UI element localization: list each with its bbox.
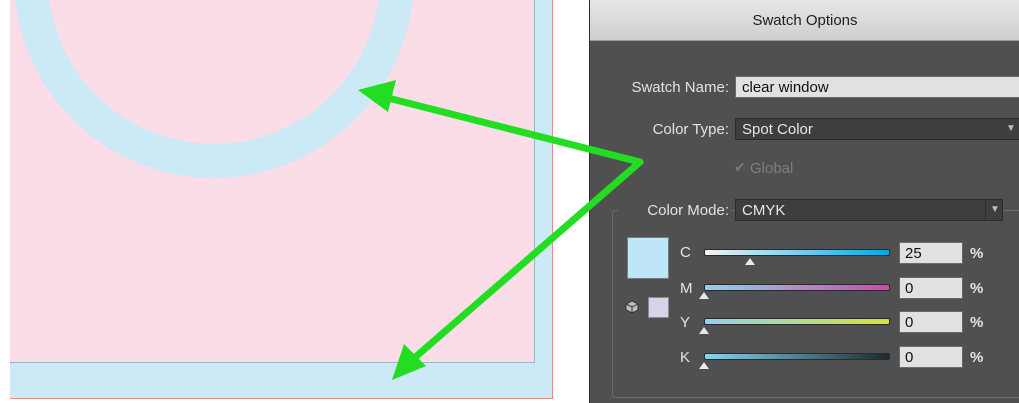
swatch-name-input[interactable]: clear window [735,76,1019,98]
black-value-input[interactable]: 0 [899,346,963,368]
swatch-options-dialog: Swatch Options Swatch Name: clear window… [589,0,1019,403]
magenta-slider[interactable] [704,284,890,291]
cyan-slider[interactable] [704,249,890,256]
black-slider[interactable] [704,353,890,360]
yellow-label: Y [680,314,691,331]
cyan-label: C [680,244,691,261]
dialog-title: Swatch Options [752,12,858,29]
yellow-value-input[interactable]: 0 [899,311,963,333]
cyan-percent-label: % [970,245,984,262]
black-label: K [680,349,691,366]
swatch-color-preview [627,237,669,279]
cyan-slider-thumb[interactable] [745,258,755,265]
gamut-swatch-preview[interactable] [648,297,669,318]
cyan-value-input[interactable]: 25 [899,242,963,264]
color-mode-group [612,210,1019,398]
chevron-down-icon[interactable]: ▼ [1003,118,1019,140]
magenta-value-input[interactable]: 0 [899,277,963,299]
color-type-label: Color Type: [652,121,729,138]
cube-icon [625,300,639,314]
global-label: Global [750,160,794,177]
color-type-select[interactable]: Spot Color [735,118,1019,140]
yellow-percent-label: % [970,314,984,331]
magenta-percent-label: % [970,280,984,297]
black-percent-label: % [970,349,984,366]
yellow-slider[interactable] [704,318,890,325]
color-mode-label: Color Mode: [618,202,731,219]
swatch-name-label: Swatch Name: [631,79,729,96]
chevron-down-icon[interactable]: ▼ [985,199,1004,221]
dialog-titlebar[interactable]: Swatch Options [590,0,1019,41]
yellow-slider-thumb[interactable] [699,327,709,334]
check-icon: ✔ [734,159,746,175]
magenta-slider-thumb[interactable] [699,292,709,299]
magenta-label: M [680,280,693,297]
color-mode-select[interactable]: CMYK [735,199,1003,221]
black-slider-thumb[interactable] [699,362,709,369]
artboard-canvas[interactable] [0,0,588,403]
